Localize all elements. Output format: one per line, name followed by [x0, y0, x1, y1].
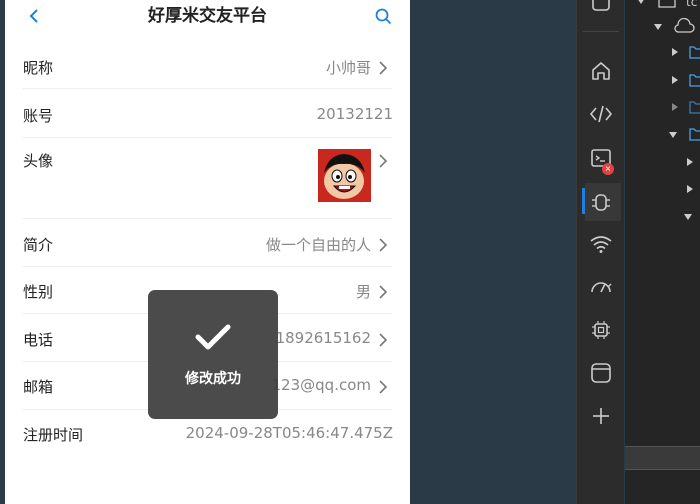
row-divider [23, 88, 392, 89]
chevron-right-icon [687, 158, 693, 166]
chevron-down-icon [669, 132, 677, 138]
profile-row-register-time: 注册时间 2024-09-28T05:46:47.475Z [5, 422, 410, 448]
profile-row-account: 账号 20132121 [5, 103, 410, 129]
nickname-label: 昵称 [23, 59, 54, 77]
page-title: 好厚米交友平台 [148, 6, 267, 26]
code-button[interactable] [577, 94, 625, 134]
gender-label: 性别 [23, 283, 54, 301]
chevron-right-icon [379, 154, 388, 168]
folder-icon [689, 101, 700, 114]
chevron-right-icon [672, 76, 678, 84]
gender-value: 男 [355, 283, 371, 301]
wifi-icon [590, 236, 612, 253]
home-icon [592, 62, 610, 80]
window-top-button[interactable] [577, 0, 625, 22]
chevron-down-icon [654, 24, 662, 30]
chevron-right-icon [672, 103, 678, 111]
device-button[interactable] [577, 310, 625, 350]
success-toast: 修改成功 [148, 290, 278, 419]
profile-row-bio[interactable]: 简介 做一个自由的人 [5, 232, 410, 258]
row-divider [23, 137, 392, 138]
phone-simulator: 好厚米交友平台 昵称 小帅哥 账号 20132121 头像 简介 做一个自由的人… [5, 0, 410, 504]
phone-value: 1892615162 [275, 329, 371, 347]
performance-icon [591, 282, 612, 293]
email-value: 123@qq.com [271, 376, 371, 394]
debug-button[interactable] [577, 182, 625, 222]
window-icon [592, 0, 610, 11]
search-icon [375, 8, 391, 24]
avatar-cartoon-image [318, 149, 371, 202]
phone-label: 电话 [23, 331, 54, 349]
account-value: 20132121 [316, 105, 393, 123]
add-button[interactable] [577, 396, 625, 436]
search-button[interactable] [371, 0, 395, 32]
explorer-root-label: tc [686, 0, 698, 9]
register-time-label: 注册时间 [23, 426, 84, 444]
performance-button[interactable] [577, 266, 625, 306]
home-button[interactable] [577, 51, 625, 91]
chevron-down-icon [638, 0, 644, 4]
code-icon [589, 105, 613, 123]
back-button[interactable] [23, 0, 45, 32]
folder-icon [658, 0, 676, 8]
window-button[interactable] [577, 353, 625, 393]
checkmark-icon [195, 324, 231, 350]
window-icon [591, 363, 611, 383]
network-button[interactable] [577, 224, 625, 264]
avatar[interactable] [318, 149, 371, 202]
account-label: 账号 [23, 107, 54, 125]
nav-bar: 好厚米交友平台 [5, 0, 410, 32]
bio-label: 简介 [23, 236, 54, 254]
back-arrow-icon [29, 9, 38, 23]
chevron-right-icon [379, 285, 388, 299]
ide-explorer-panel: tc [625, 0, 700, 504]
explorer-input-bar[interactable] [625, 446, 700, 470]
terminal-button[interactable] [577, 138, 625, 178]
chevron-right-icon [379, 61, 388, 75]
chevron-right-icon [379, 238, 388, 252]
terminal-error-badge: × [602, 163, 614, 175]
chevron-right-icon [672, 48, 678, 56]
ide-activity-bar [576, 0, 624, 504]
chevron-right-icon [687, 185, 693, 193]
avatar-label: 头像 [23, 152, 54, 170]
email-label: 邮箱 [23, 378, 54, 396]
debug-icon [592, 194, 610, 211]
chip-icon [592, 321, 610, 339]
chevron-down-icon [684, 214, 692, 220]
row-divider [23, 218, 392, 219]
folder-icon [689, 46, 700, 59]
chevron-right-icon [379, 333, 388, 347]
profile-row-nickname[interactable]: 昵称 小帅哥 [5, 55, 410, 81]
cloud-icon [674, 18, 695, 33]
nickname-value: 小帅哥 [325, 59, 371, 77]
row-divider [23, 266, 392, 267]
activity-divider [583, 31, 619, 32]
folder-icon [689, 74, 700, 87]
register-time-value: 2024-09-28T05:46:47.475Z [185, 424, 393, 442]
folder-icon [689, 128, 700, 141]
chevron-right-icon [379, 380, 388, 394]
add-icon [593, 408, 609, 424]
toast-message: 修改成功 [185, 371, 241, 387]
bio-value: 做一个自由的人 [265, 236, 371, 254]
